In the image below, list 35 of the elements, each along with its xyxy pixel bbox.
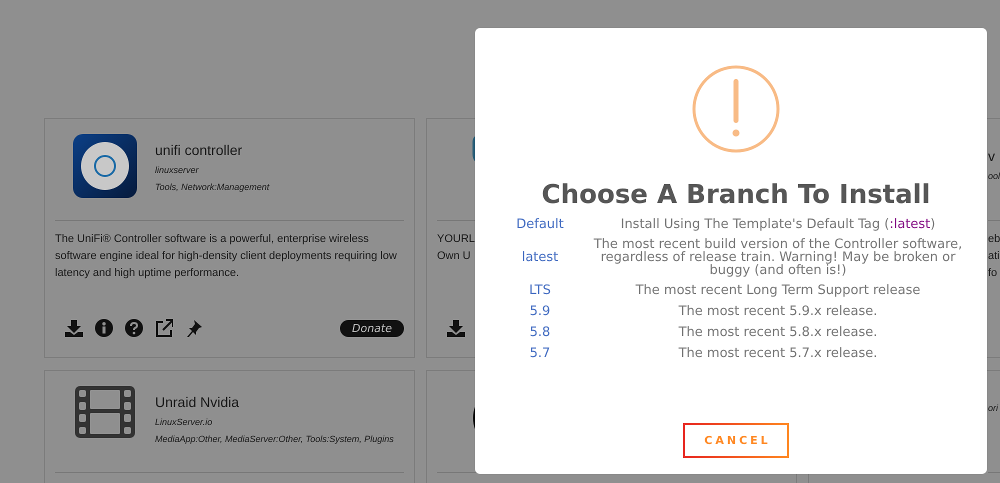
- app-categories: ool: [988, 170, 1000, 183]
- branch-link[interactable]: 5.8: [505, 325, 575, 340]
- branch-description: The most recent build version of the Controller software, regardless of release train. Warning! May be broken or buggy (and often is!): [592, 238, 964, 277]
- branch-description: The most recent 5.9.x release.: [678, 305, 878, 318]
- app-categories: ori: [988, 402, 998, 415]
- download-icon[interactable]: [65, 319, 83, 337]
- branch-link[interactable]: 5.9: [505, 304, 575, 319]
- branch-link[interactable]: LTS: [505, 283, 575, 298]
- app-categories: Tools, Network:Management: [155, 181, 270, 194]
- branch-description: Install Using The Template's Default Tag (:latest): [620, 218, 936, 231]
- app-author: LinuxServer.io: [155, 416, 214, 429]
- info-icon[interactable]: [95, 319, 113, 337]
- app-categories: MediaApp:Other, MediaServer:Other, Tools:System, Plugins: [155, 433, 394, 446]
- app-description: eb ati fo: [988, 232, 1000, 281]
- app-title[interactable]: Unraid Nvidia: [155, 394, 394, 410]
- download-icon[interactable]: [447, 319, 465, 337]
- branch-description: The most recent Long Term Support release: [634, 284, 922, 297]
- app-description: The UniFi® Controller software is a powerful, enterprise wireless software engine ideal for high-density client deployments requiring low latency and high uptime performance.: [55, 232, 398, 281]
- warning-icon: [691, 64, 781, 154]
- app-title[interactable]: v: [988, 148, 1000, 164]
- donate-button[interactable]: Donate: [340, 320, 404, 336]
- app-logo-icon: [73, 134, 137, 198]
- help-icon[interactable]: [125, 319, 143, 337]
- branch-description: The most recent 5.8.x release.: [678, 326, 878, 339]
- app-title[interactable]: unifi controller: [155, 142, 270, 158]
- external-link-icon[interactable]: [155, 319, 173, 337]
- pin-icon[interactable]: [185, 319, 203, 337]
- branch-description: The most recent 5.7.x release.: [678, 347, 878, 360]
- dialog-title: Choose A Branch To Install: [542, 180, 930, 210]
- branch-link[interactable]: 5.7: [505, 346, 575, 361]
- film-icon: [75, 386, 135, 438]
- app-author: linuxserver: [155, 164, 200, 177]
- branch-link[interactable]: latest: [505, 250, 575, 265]
- app-description: YOURL Own U: [437, 232, 475, 264]
- branch-link[interactable]: Default: [505, 217, 575, 232]
